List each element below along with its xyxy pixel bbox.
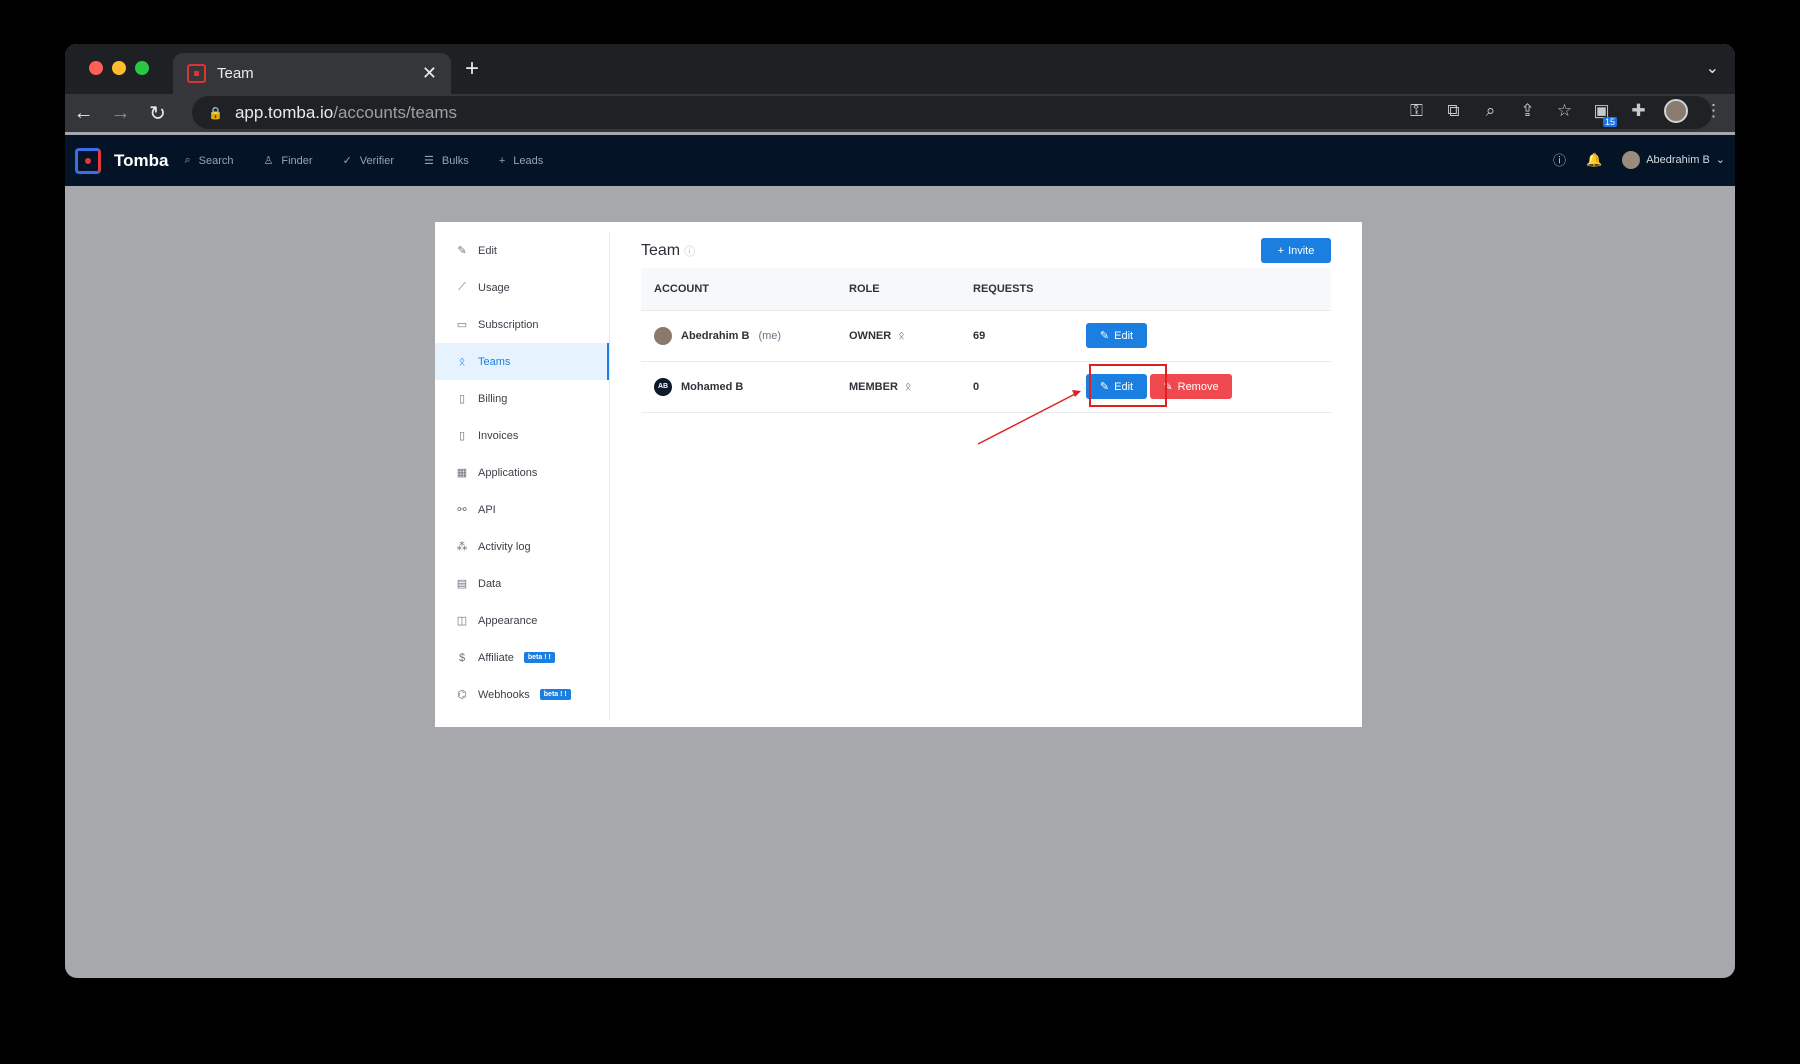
browser-window: Team ✕ + ⌄ ← → ↻ 🔒 app.tomba.io/accounts… [65,44,1735,978]
annotation-arrow [977,390,1081,445]
